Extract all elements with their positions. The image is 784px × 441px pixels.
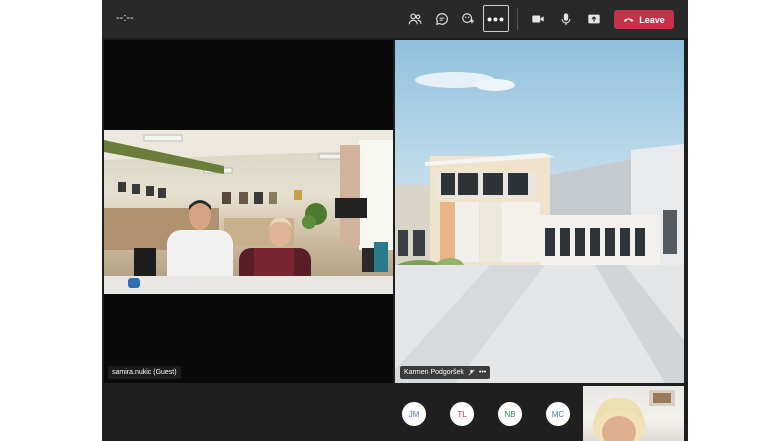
avatar-initials: TL [457, 409, 467, 419]
toolbar-divider [517, 8, 518, 30]
video-tile-karmen[interactable]: Karmen Podgoršek ••• [395, 40, 684, 383]
share-screen-button[interactable] [583, 8, 605, 30]
participants-button[interactable] [404, 8, 426, 30]
participant-avatar[interactable]: MC [546, 402, 570, 426]
mic-off-icon [468, 369, 475, 376]
chat-button[interactable] [431, 8, 453, 30]
reactions-button[interactable] [457, 8, 479, 30]
call-timer: --:-- [116, 12, 134, 24]
participant-name-tag: samira.nukic (Guest) [108, 366, 181, 379]
camera-icon [532, 15, 544, 23]
shared-content-image [395, 72, 684, 383]
participant-name: Karmen Podgoršek [404, 369, 464, 376]
mic-icon [561, 13, 571, 26]
avatar-initials: MC [551, 409, 565, 419]
avatar-initials: NB [504, 409, 516, 419]
meeting-window: --:-- ••• Leave samira.nukic (Guest) Kar… [102, 0, 688, 441]
video-feed [104, 130, 393, 294]
leave-button[interactable]: Leave [614, 10, 674, 29]
more-icon: ••• [487, 10, 505, 27]
self-view-video[interactable] [583, 386, 684, 441]
participant-avatar[interactable]: NB [498, 402, 522, 426]
participant-name: samira.nukic (Guest) [112, 369, 177, 376]
reactions-icon [462, 13, 475, 24]
share-icon [588, 14, 600, 24]
microphone-button[interactable] [555, 8, 577, 30]
camera-button[interactable] [527, 8, 549, 30]
participant-avatar[interactable]: TL [450, 402, 474, 426]
participant-avatar[interactable]: JM [402, 402, 426, 426]
participants-icon [408, 13, 422, 25]
meeting-toolbar: --:-- ••• Leave [102, 0, 688, 38]
leave-label: Leave [639, 14, 665, 25]
phone-icon [623, 18, 634, 22]
video-tile-samira[interactable]: samira.nukic (Guest) [104, 40, 393, 383]
more-actions-button[interactable]: ••• [483, 5, 509, 32]
tile-more-icon[interactable]: ••• [479, 369, 486, 376]
chat-icon [435, 13, 448, 26]
avatar-initials: JM [408, 409, 420, 419]
participant-name-tag: Karmen Podgoršek ••• [400, 366, 491, 379]
